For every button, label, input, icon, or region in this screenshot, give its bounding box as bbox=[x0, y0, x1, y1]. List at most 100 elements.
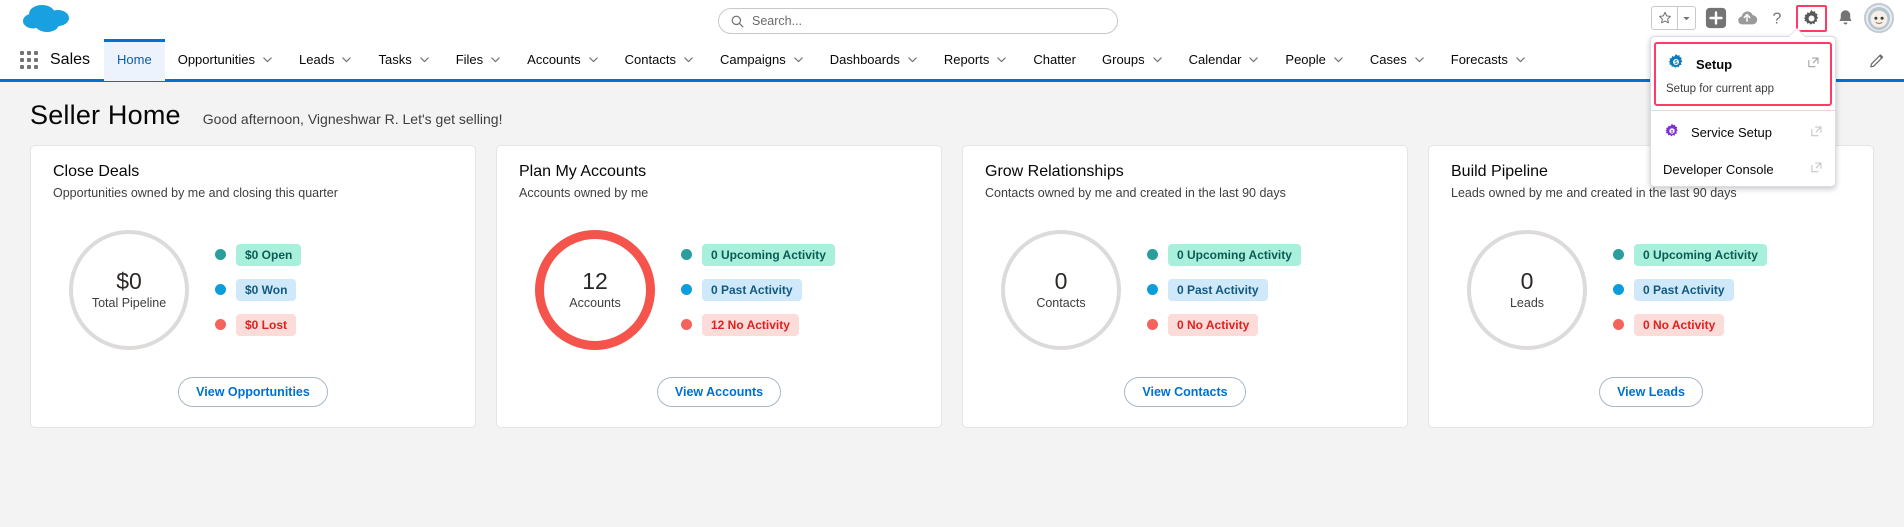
legend-pill[interactable]: 0 Upcoming Activity bbox=[1168, 243, 1301, 266]
nav-item-groups[interactable]: Groups bbox=[1089, 39, 1176, 81]
nav-item-leads[interactable]: Leads bbox=[286, 39, 365, 81]
nav-item-calendar[interactable]: Calendar bbox=[1176, 39, 1273, 81]
chevron-down-icon[interactable] bbox=[419, 54, 430, 65]
nav-item-reports[interactable]: Reports bbox=[931, 39, 1021, 81]
nav-item-label: Accounts bbox=[527, 52, 581, 67]
legend-row[interactable]: 0 Past Activity bbox=[1613, 278, 1851, 301]
legend-pill[interactable]: 0 Past Activity bbox=[702, 278, 802, 301]
legend: 0 Upcoming Activity 0 Past Activity 12 No … bbox=[681, 243, 919, 336]
legend-row[interactable]: 0 Upcoming Activity bbox=[681, 243, 919, 266]
chevron-down-icon[interactable] bbox=[1248, 54, 1259, 65]
notifications-bell-icon[interactable] bbox=[1836, 8, 1855, 28]
chevron-down-icon[interactable] bbox=[1414, 54, 1425, 65]
legend-pill[interactable]: $0 Open bbox=[236, 243, 302, 266]
svg-text:S: S bbox=[1670, 129, 1673, 134]
setup-gear-button[interactable] bbox=[1796, 4, 1827, 32]
nav-item-cases[interactable]: Cases bbox=[1357, 39, 1438, 81]
nav-item-files[interactable]: Files bbox=[443, 39, 514, 81]
card-subtitle: Contacts owned by me and created in the … bbox=[985, 186, 1286, 200]
legend-pill[interactable]: 0 No Activity bbox=[1634, 313, 1725, 336]
legend-row[interactable]: 0 Past Activity bbox=[1147, 278, 1385, 301]
legend-pill[interactable]: 0 Past Activity bbox=[1168, 278, 1268, 301]
nav-item-campaigns[interactable]: Campaigns bbox=[707, 39, 817, 81]
app-name-label[interactable]: Sales bbox=[50, 51, 90, 69]
nav-item-tasks[interactable]: Tasks bbox=[365, 39, 442, 81]
legend-dot-icon bbox=[1147, 249, 1158, 260]
search-icon bbox=[731, 15, 744, 28]
legend-pill[interactable]: 0 Upcoming Activity bbox=[1634, 243, 1767, 266]
chevron-down-icon[interactable] bbox=[588, 54, 599, 65]
legend-pill[interactable]: 0 Upcoming Activity bbox=[702, 243, 835, 266]
chevron-down-icon[interactable] bbox=[1333, 54, 1344, 65]
nav-item-label: Chatter bbox=[1033, 52, 1076, 67]
donut-chart: 12 Accounts bbox=[519, 220, 671, 360]
avatar[interactable] bbox=[1864, 3, 1894, 33]
nav-item-forecasts[interactable]: Forecasts bbox=[1438, 39, 1539, 81]
card-footer: View Accounts bbox=[519, 377, 919, 407]
legend-pill[interactable]: 0 No Activity bbox=[1168, 313, 1259, 336]
cloud-setup-icon[interactable] bbox=[1736, 8, 1758, 28]
chevron-down-icon[interactable] bbox=[683, 54, 694, 65]
setup-menu-item-developer-console[interactable]: Developer Console bbox=[1651, 152, 1835, 186]
chevron-down-icon[interactable] bbox=[907, 54, 918, 65]
nav-item-label: People bbox=[1285, 52, 1326, 67]
legend-row[interactable]: 0 No Activity bbox=[1613, 313, 1851, 336]
global-search[interactable] bbox=[718, 8, 1118, 34]
view-button[interactable]: View Contacts bbox=[1124, 377, 1246, 407]
view-button[interactable]: View Accounts bbox=[656, 377, 782, 407]
view-button[interactable]: View Opportunities bbox=[178, 377, 328, 407]
card-grow-relationships: Grow Relationships Contacts owned by me a… bbox=[962, 145, 1408, 428]
nav-item-home[interactable]: Home bbox=[104, 38, 165, 81]
gear-icon-purple: S bbox=[1663, 122, 1681, 143]
salesforce-cloud-logo[interactable] bbox=[20, 2, 76, 45]
nav-item-dashboards[interactable]: Dashboards bbox=[817, 39, 931, 81]
card-title: Close Deals bbox=[53, 163, 140, 180]
legend-row[interactable]: $0 Won bbox=[215, 278, 453, 301]
legend-pill[interactable]: $0 Won bbox=[236, 278, 297, 301]
chevron-down-icon[interactable] bbox=[341, 54, 352, 65]
favorites-group[interactable] bbox=[1651, 6, 1696, 30]
app-launcher-waffle-icon[interactable] bbox=[18, 49, 40, 71]
pencil-edit-icon[interactable] bbox=[1869, 51, 1886, 68]
favorites-star-icon[interactable] bbox=[1651, 6, 1677, 30]
gear-icon bbox=[1801, 8, 1822, 29]
setup-menu-item-setup[interactable]: S Setup Setup for current app bbox=[1654, 42, 1832, 106]
chevron-down-icon[interactable] bbox=[262, 54, 273, 65]
setup-menu-item-service-setup[interactable]: S Service Setup bbox=[1651, 113, 1835, 152]
legend-pill[interactable]: $0 Lost bbox=[236, 313, 297, 336]
chevron-down-icon[interactable] bbox=[1515, 54, 1526, 65]
global-actions: ? bbox=[1651, 3, 1894, 33]
search-box[interactable] bbox=[718, 8, 1118, 34]
favorites-dropdown-caret-icon[interactable] bbox=[1677, 6, 1696, 30]
nav-item-opportunities[interactable]: Opportunities bbox=[165, 39, 286, 81]
donut-chart: 0 Contacts bbox=[985, 220, 1137, 360]
add-icon[interactable] bbox=[1705, 7, 1727, 29]
nav-item-label: Leads bbox=[299, 52, 335, 67]
view-button[interactable]: View Leads bbox=[1599, 377, 1703, 407]
card-close-deals: Close Deals Opportunities owned by me and… bbox=[30, 145, 476, 428]
legend-row[interactable]: 0 No Activity bbox=[1147, 313, 1385, 336]
chevron-down-icon[interactable] bbox=[996, 54, 1007, 65]
legend-row[interactable]: $0 Open bbox=[215, 243, 453, 266]
chevron-down-icon[interactable] bbox=[1152, 54, 1163, 65]
card-build-pipeline: Build Pipeline Leads owned by me and crea… bbox=[1428, 145, 1874, 428]
chevron-down-icon[interactable] bbox=[490, 54, 501, 65]
legend-row[interactable]: 0 Upcoming Activity bbox=[1613, 243, 1851, 266]
nav-item-chatter[interactable]: Chatter bbox=[1020, 39, 1089, 81]
help-icon[interactable]: ? bbox=[1767, 8, 1787, 28]
nav-item-accounts[interactable]: Accounts bbox=[514, 39, 611, 81]
nav-item-contacts[interactable]: Contacts bbox=[612, 39, 707, 81]
card-footer: View Contacts bbox=[985, 377, 1385, 407]
legend: $0 Open $0 Won $0 Lost bbox=[215, 243, 453, 336]
legend-pill[interactable]: 0 Past Activity bbox=[1634, 278, 1734, 301]
chevron-down-icon[interactable] bbox=[793, 54, 804, 65]
legend-row[interactable]: $0 Lost bbox=[215, 313, 453, 336]
search-input[interactable] bbox=[752, 14, 1105, 28]
nav-item-people[interactable]: People bbox=[1272, 39, 1356, 81]
legend-row[interactable]: 0 Upcoming Activity bbox=[1147, 243, 1385, 266]
legend-row[interactable]: 0 Past Activity bbox=[681, 278, 919, 301]
legend-row[interactable]: 12 No Activity bbox=[681, 313, 919, 336]
page-title: Seller Home bbox=[30, 100, 181, 130]
legend-pill[interactable]: 12 No Activity bbox=[702, 313, 799, 336]
card-title: Grow Relationships bbox=[985, 163, 1124, 180]
